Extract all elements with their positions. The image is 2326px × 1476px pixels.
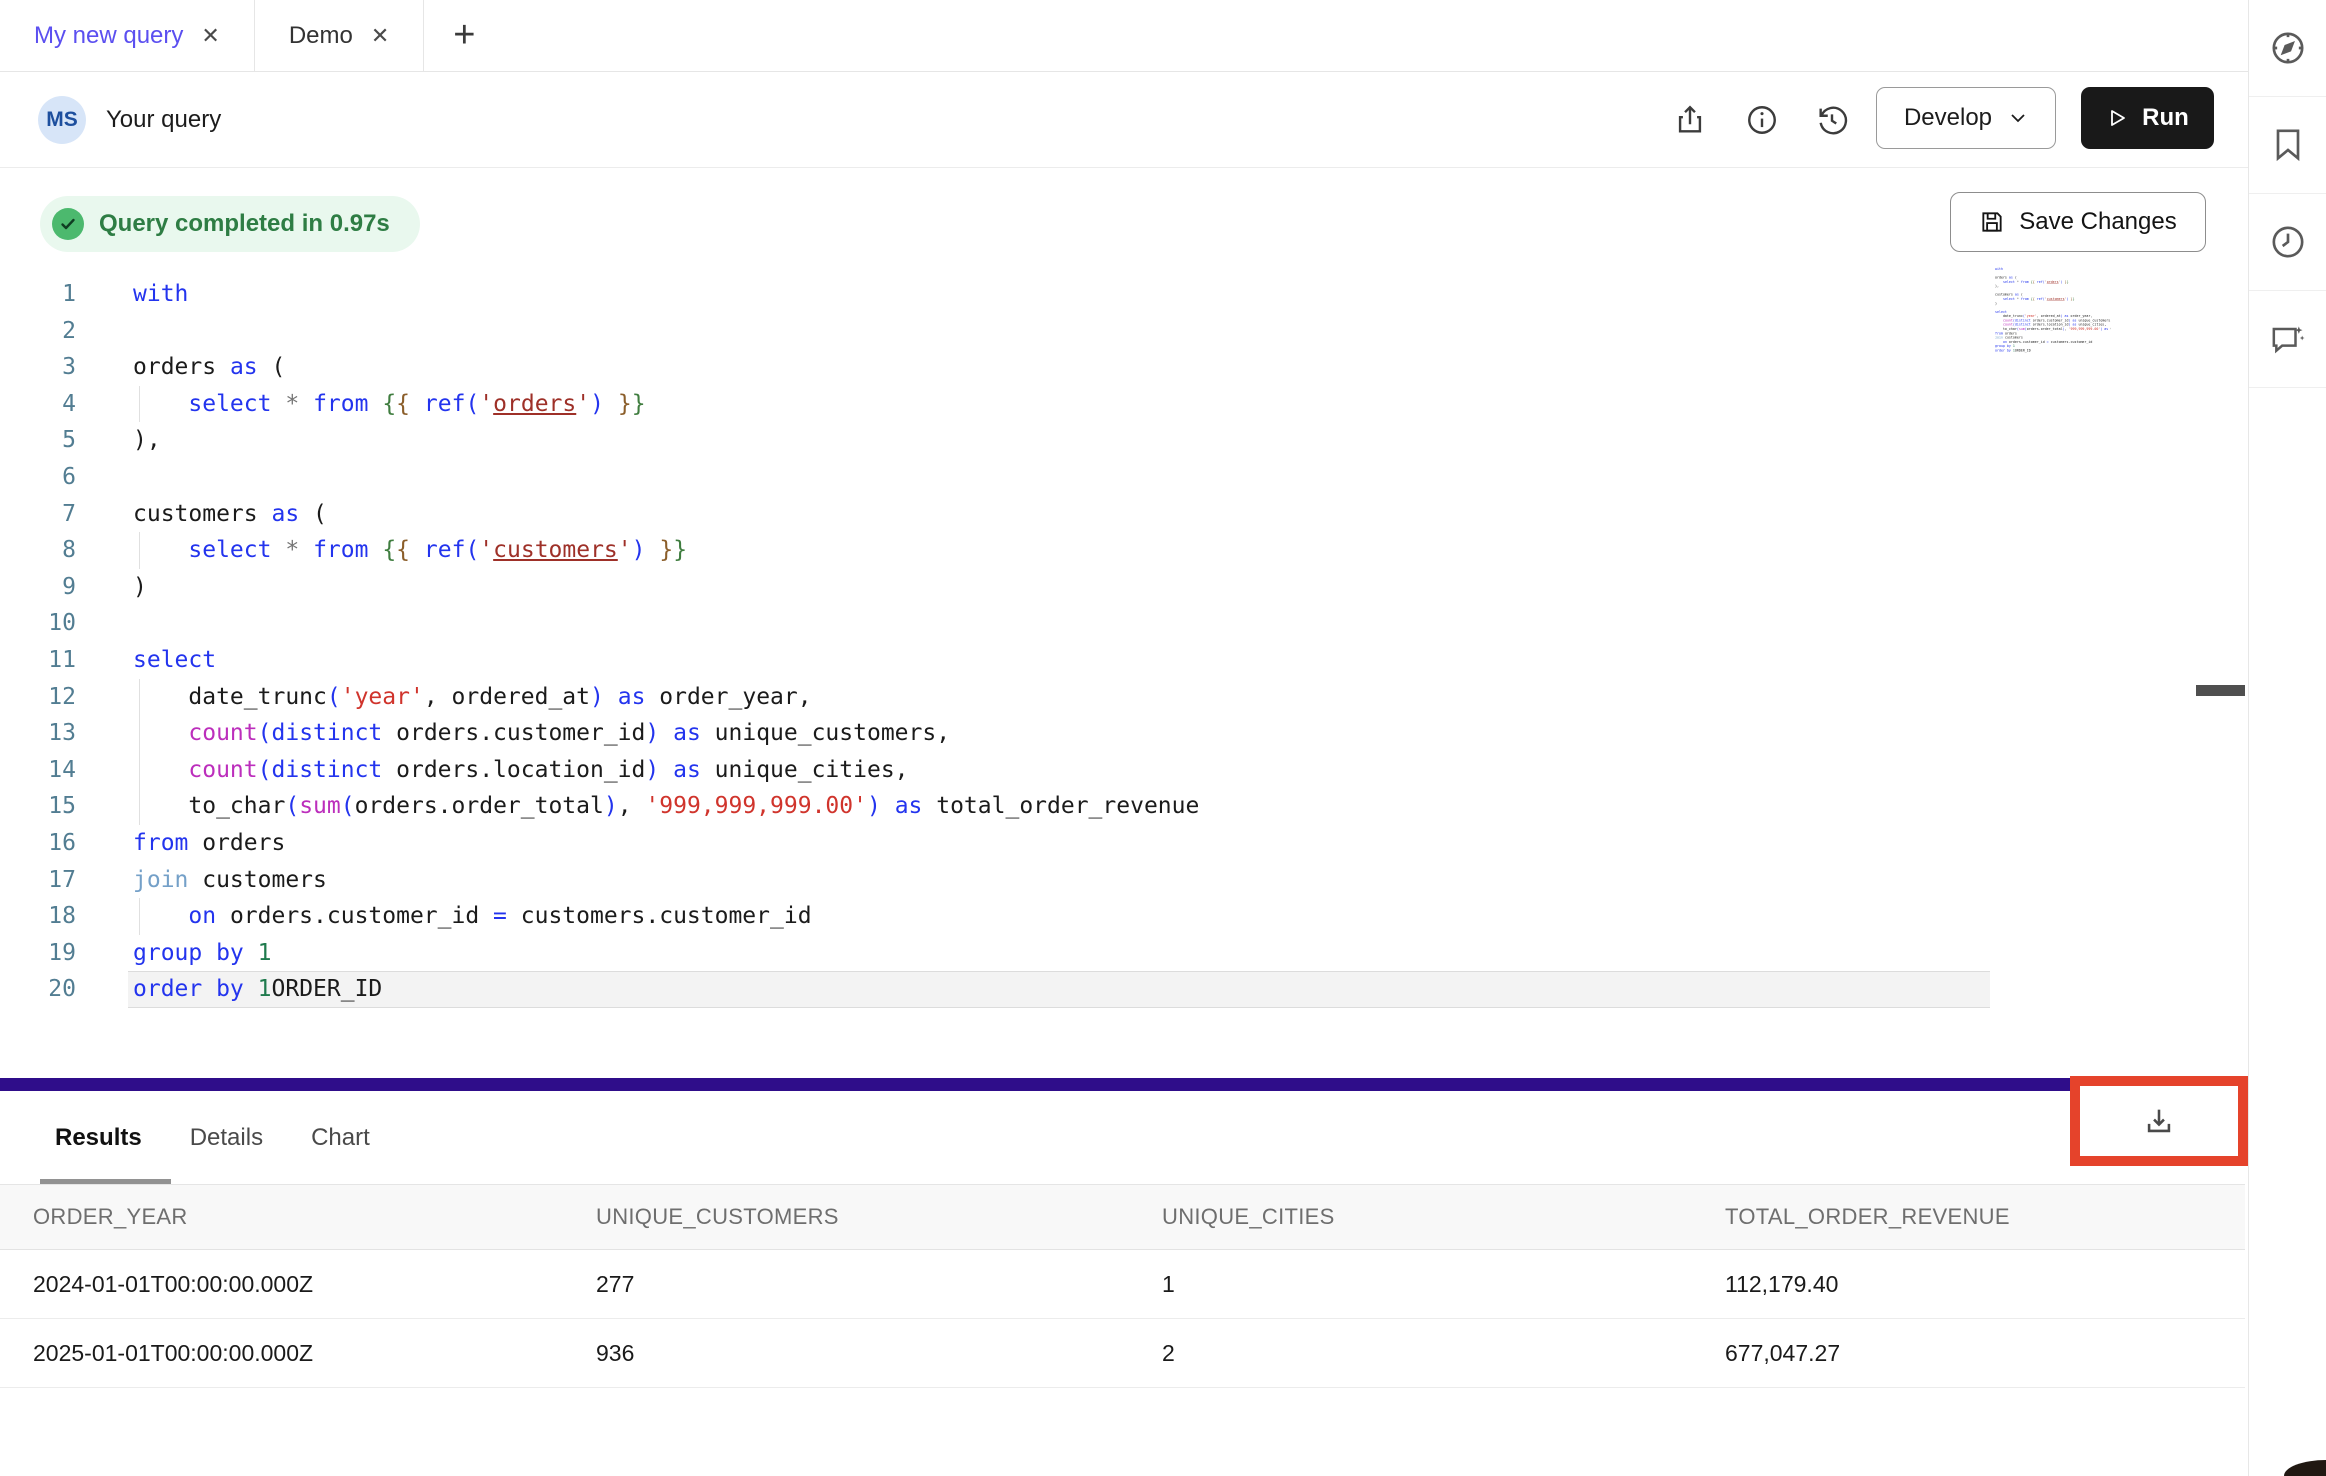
code-line: 19group by 1	[0, 935, 2245, 972]
play-icon	[2106, 107, 2128, 129]
table-cell: 936	[563, 1340, 1129, 1367]
code-line: 2	[0, 313, 2245, 350]
avatar: MS	[38, 96, 86, 144]
panel-resize-bar[interactable]	[0, 1078, 2245, 1091]
column-header: UNIQUE_CUSTOMERS	[563, 1204, 1129, 1230]
table-row: 2024-01-01T00:00:00.000Z2771112,179.40	[0, 1250, 2245, 1319]
line-number: 10	[0, 605, 76, 642]
save-icon	[1979, 209, 2005, 235]
code-line: 14 count(distinct orders.location_id) as…	[0, 752, 2245, 789]
line-number: 12	[0, 679, 76, 716]
table-cell: 2024-01-01T00:00:00.000Z	[0, 1271, 563, 1298]
code-line: 3orders as (	[0, 349, 2245, 386]
code-line: 18 on orders.customer_id = customers.cus…	[0, 898, 2245, 935]
page-title: Your query	[106, 72, 221, 168]
right-toolbar	[2248, 0, 2326, 1476]
status-text: Query completed in 0.97s	[99, 210, 390, 238]
download-results-button[interactable]	[2080, 1086, 2238, 1156]
line-number: 9	[0, 569, 76, 606]
develop-dropdown[interactable]: Develop	[1876, 87, 2056, 149]
chevron-down-icon	[2008, 108, 2028, 128]
share-icon[interactable]	[1668, 98, 1712, 142]
line-number: 11	[0, 642, 76, 679]
column-header: TOTAL_ORDER_REVENUE	[1692, 1204, 2245, 1230]
bookmark-icon[interactable]	[2249, 97, 2326, 194]
close-icon[interactable]: ✕	[371, 25, 389, 47]
code-line: 13 count(distinct orders.customer_id) as…	[0, 715, 2245, 752]
line-number: 1	[0, 276, 76, 313]
code-line: 9)	[0, 569, 2245, 606]
line-number: 13	[0, 715, 76, 752]
query-editor-app: My new query ✕ Demo ✕ + MS Your query	[0, 0, 2326, 1476]
sql-code-editor[interactable]: 1with23orders as (4 select * from {{ ref…	[0, 276, 2245, 1076]
code-line: 11select	[0, 642, 2245, 679]
query-status-badge: Query completed in 0.97s	[40, 196, 420, 252]
clock-icon[interactable]	[2249, 194, 2326, 291]
tab-label: My new query	[34, 22, 183, 50]
check-circle-icon	[52, 208, 84, 240]
tab-chart[interactable]: Chart	[311, 1124, 370, 1152]
code-line: 5),	[0, 422, 2245, 459]
code-line: 1with	[0, 276, 2245, 313]
save-changes-button[interactable]: Save Changes	[1950, 192, 2206, 252]
info-icon[interactable]	[1740, 98, 1784, 142]
editor-tab-bar: My new query ✕ Demo ✕ +	[0, 0, 2248, 72]
line-number: 3	[0, 349, 76, 386]
code-line: 17join customers	[0, 862, 2245, 899]
code-line: 10	[0, 605, 2245, 642]
code-line: 7customers as (	[0, 496, 2245, 533]
line-number: 19	[0, 935, 76, 972]
table-cell: 1	[1129, 1271, 1692, 1298]
run-label: Run	[2142, 104, 2189, 132]
line-number: 2	[0, 313, 76, 350]
line-number: 4	[0, 386, 76, 423]
results-tab-bar: Results Details Chart	[0, 1091, 2245, 1185]
close-icon[interactable]: ✕	[201, 25, 219, 47]
code-line: 4 select * from {{ ref('orders') }}	[0, 386, 2245, 423]
run-button[interactable]: Run	[2081, 87, 2214, 149]
table-cell: 2	[1129, 1340, 1692, 1367]
tab-details[interactable]: Details	[190, 1124, 263, 1152]
code-line: 6	[0, 459, 2245, 496]
compass-icon[interactable]	[2249, 0, 2326, 97]
column-header: UNIQUE_CITIES	[1129, 1204, 1692, 1230]
tab-demo[interactable]: Demo ✕	[255, 0, 424, 71]
table-cell: 277	[563, 1271, 1129, 1298]
table-cell: 677,047.27	[1692, 1340, 2245, 1367]
line-number: 6	[0, 459, 76, 496]
query-header: MS Your query Develop Run	[0, 72, 2248, 168]
code-line: 15 to_char(sum(orders.order_total), '999…	[0, 788, 2245, 825]
results-table: ORDER_YEARUNIQUE_CUSTOMERSUNIQUE_CITIEST…	[0, 1185, 2245, 1388]
column-header: ORDER_YEAR	[0, 1204, 563, 1230]
line-number: 5	[0, 422, 76, 459]
history-icon[interactable]	[1810, 98, 1854, 142]
line-number: 20	[0, 971, 76, 1008]
line-number: 16	[0, 825, 76, 862]
code-line: 20order by 1ORDER_ID	[0, 971, 2245, 1008]
table-cell: 112,179.40	[1692, 1271, 2245, 1298]
line-number: 15	[0, 788, 76, 825]
main-area: My new query ✕ Demo ✕ + MS Your query	[0, 0, 2248, 1476]
download-icon	[2142, 1104, 2176, 1138]
line-number: 18	[0, 898, 76, 935]
save-label: Save Changes	[2019, 208, 2176, 236]
table-row: 2025-01-01T00:00:00.000Z9362677,047.27	[0, 1319, 2245, 1388]
code-line: 16from orders	[0, 825, 2245, 862]
chat-sparkle-icon[interactable]	[2249, 291, 2326, 388]
tab-results[interactable]: Results	[55, 1124, 142, 1152]
table-header-row: ORDER_YEARUNIQUE_CUSTOMERSUNIQUE_CITIEST…	[0, 1185, 2245, 1250]
line-number: 7	[0, 496, 76, 533]
code-line: 8 select * from {{ ref('customers') }}	[0, 532, 2245, 569]
code-line: 12 date_trunc('year', ordered_at) as ord…	[0, 679, 2245, 716]
tab-my-new-query[interactable]: My new query ✕	[0, 0, 255, 71]
new-tab-button[interactable]: +	[424, 0, 504, 71]
line-number: 8	[0, 532, 76, 569]
develop-label: Develop	[1904, 104, 1992, 132]
table-cell: 2025-01-01T00:00:00.000Z	[0, 1340, 563, 1367]
tab-label: Demo	[289, 22, 353, 50]
line-number: 17	[0, 862, 76, 899]
active-tab-underline	[40, 1179, 171, 1184]
line-number: 14	[0, 752, 76, 789]
